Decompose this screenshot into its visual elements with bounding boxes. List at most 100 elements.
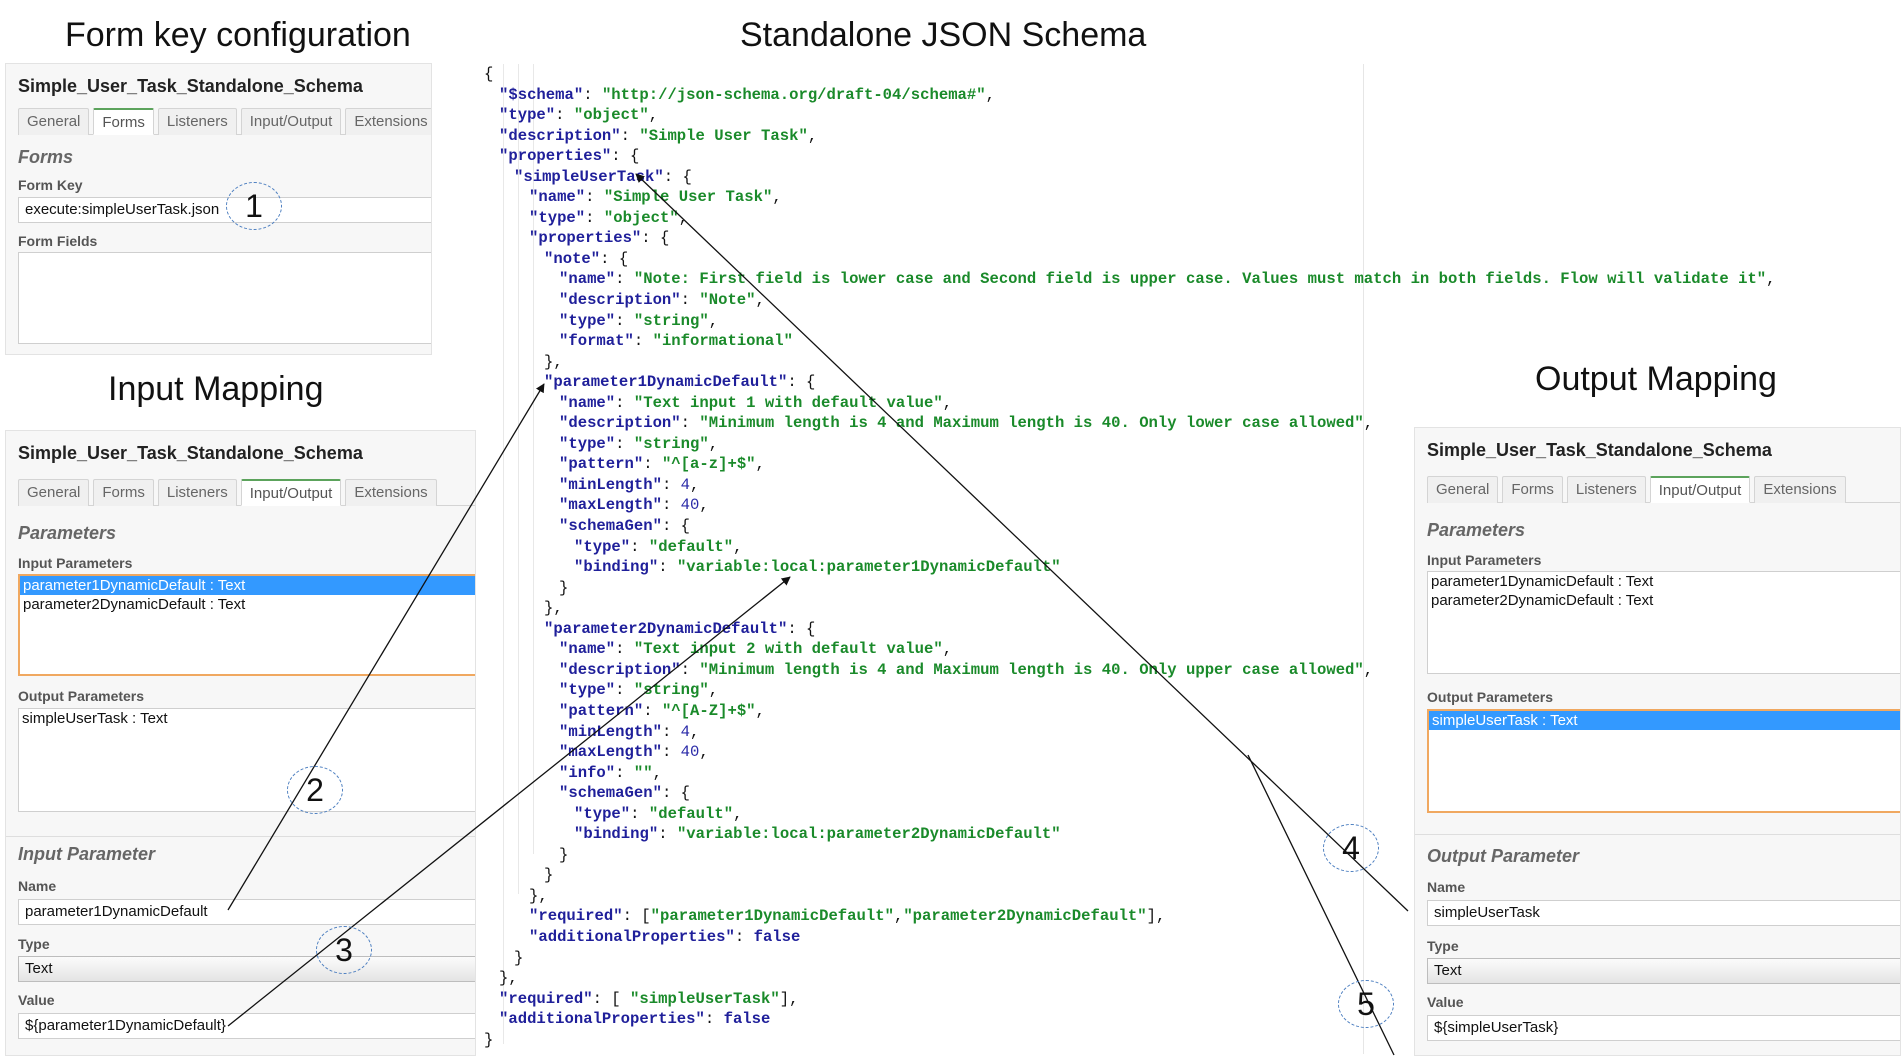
code-token: , <box>942 640 953 659</box>
value-label: Value <box>1427 994 1464 1010</box>
tab-general[interactable]: General <box>18 108 90 135</box>
tab-extensions[interactable]: Extensions <box>1754 476 1846 503</box>
code-line: }, <box>484 598 1363 619</box>
tab-extensions[interactable]: Extensions <box>345 479 437 506</box>
code-token: : <box>583 85 602 104</box>
code-token: "Note" <box>699 291 756 310</box>
tab-input-output[interactable]: Input/Output <box>1649 476 1751 503</box>
form-fields-list[interactable] <box>18 252 431 344</box>
code-token: , <box>708 434 719 453</box>
list-item[interactable]: parameter2DynamicDefault : Text <box>20 595 475 614</box>
type-label: Type <box>1427 938 1459 954</box>
list-item[interactable]: parameter2DynamicDefault : Text <box>1428 591 1900 610</box>
code-token: }, <box>544 599 563 618</box>
code-line: "properties": { <box>484 228 1363 249</box>
callout-2: 2 <box>287 766 343 814</box>
json-schema-code: {"$schema": "http://json-schema.org/draf… <box>484 64 1776 1054</box>
code-token: "Minimum length is 4 and Maximum length … <box>699 414 1364 433</box>
code-token: } <box>559 845 569 864</box>
code-token: "additionalProperties" <box>499 1010 705 1029</box>
list-item[interactable]: simpleUserTask : Text <box>1429 711 1900 730</box>
output-parameters-list[interactable]: simpleUserTask : Text <box>18 708 475 812</box>
tab-forms[interactable]: Forms <box>93 479 154 506</box>
code-token: "http://json-schema.org/draft-04/schema#… <box>601 85 986 104</box>
type-select[interactable]: Text <box>1427 958 1900 984</box>
code-token: : <box>643 701 662 720</box>
code-token: "object" <box>603 208 679 227</box>
tab-listeners[interactable]: Listeners <box>157 479 237 506</box>
code-token: , <box>678 208 689 227</box>
code-line: "parameter2DynamicDefault": { <box>484 619 1363 640</box>
input-parameters-list[interactable]: parameter1DynamicDefault : Text paramete… <box>1427 571 1900 674</box>
code-line: "type": "string", <box>484 434 1363 455</box>
code-token: : [ <box>622 907 651 926</box>
code-token: } <box>544 866 554 885</box>
code-token: : { <box>787 619 816 638</box>
code-token: , <box>942 393 953 412</box>
code-line: }, <box>484 886 1363 907</box>
tab-bar: General Forms Listeners Input/Output Extensi… <box>18 108 431 135</box>
output-parameter-section-title: Output Parameter <box>1427 846 1580 866</box>
tab-input-output[interactable]: Input/Output <box>240 479 342 506</box>
tab-general[interactable]: General <box>1427 476 1499 503</box>
code-line: "description": "Note", <box>484 290 1363 311</box>
tab-input-output[interactable]: Input/Output <box>240 108 342 135</box>
code-token: , <box>755 701 765 720</box>
code-line: "description": "Simple User Task", <box>484 126 1363 147</box>
form-fields-label: Form Fields <box>18 233 98 249</box>
code-token: : <box>555 106 574 125</box>
tab-forms[interactable]: Forms <box>1502 476 1563 503</box>
form-key-input[interactable]: execute:simpleUserTask.json <box>18 197 431 223</box>
tab-listeners[interactable]: Listeners <box>1566 476 1646 503</box>
code-line: "name": "Text input 2 with default value… <box>484 639 1363 660</box>
type-select[interactable]: Text <box>18 956 475 982</box>
output-parameters-list[interactable]: simpleUserTask : Text <box>1427 709 1900 813</box>
code-token: "description" <box>559 414 681 433</box>
code-line: "type": "default", <box>484 804 1363 825</box>
code-token: "required" <box>499 989 593 1008</box>
list-item[interactable]: parameter1DynamicDefault : Text <box>1428 572 1900 591</box>
name-label: Name <box>1427 879 1466 895</box>
code-token: "Minimum length is 4 and Maximum length … <box>699 660 1364 679</box>
tab-listeners[interactable]: Listeners <box>157 108 237 135</box>
code-token: "properties" <box>499 147 612 166</box>
tab-forms[interactable]: Forms <box>93 108 154 135</box>
code-token: false <box>753 927 801 946</box>
code-token: "type" <box>559 681 616 700</box>
tab-extensions[interactable]: Extensions <box>345 108 431 135</box>
code-token: : <box>615 393 634 412</box>
code-token: }, <box>529 886 548 905</box>
name-input[interactable]: simpleUserTask <box>1427 900 1900 926</box>
code-token: , <box>708 681 719 700</box>
input-mapping-heading: Input Mapping <box>108 370 324 408</box>
code-token: "parameter1DynamicDefault" <box>544 373 788 392</box>
callout-3: 3 <box>316 926 372 974</box>
code-line: "name": "Text input 1 with default value… <box>484 393 1363 414</box>
tab-general[interactable]: General <box>18 479 90 506</box>
code-token: "pattern" <box>559 701 644 720</box>
code-token: "object" <box>573 106 649 125</box>
value-input[interactable]: ${parameter1DynamicDefault} <box>18 1013 475 1039</box>
list-item[interactable]: parameter1DynamicDefault : Text <box>20 576 475 595</box>
code-token: "simpleUserTask" <box>630 989 780 1008</box>
value-input[interactable]: ${simpleUserTask} <box>1427 1015 1900 1041</box>
output-mapping-heading: Output Mapping <box>1535 360 1777 398</box>
code-token: : <box>615 270 634 289</box>
tab-bar: General Forms Listeners Input/Output Extensi… <box>18 479 475 506</box>
callout-4: 4 <box>1323 824 1379 872</box>
input-parameters-list[interactable]: parameter1DynamicDefault : Text paramete… <box>18 574 475 676</box>
code-line: "properties": { <box>484 146 1363 167</box>
name-input[interactable]: parameter1DynamicDefault <box>18 899 475 925</box>
code-line: } <box>484 578 1363 599</box>
code-token: "info" <box>559 763 616 782</box>
code-token: "type" <box>559 434 616 453</box>
code-line: "type": "string", <box>484 311 1363 332</box>
code-token: 4 <box>680 475 691 494</box>
code-token: "string" <box>633 434 709 453</box>
code-token: "^[A-Z]+$" <box>661 701 756 720</box>
code-token: "name" <box>529 188 586 207</box>
form-key-heading: Form key configuration <box>65 16 411 54</box>
code-token: , <box>690 722 700 741</box>
list-item[interactable]: simpleUserTask : Text <box>19 709 475 728</box>
code-token: "simpleUserTask" <box>514 167 664 186</box>
